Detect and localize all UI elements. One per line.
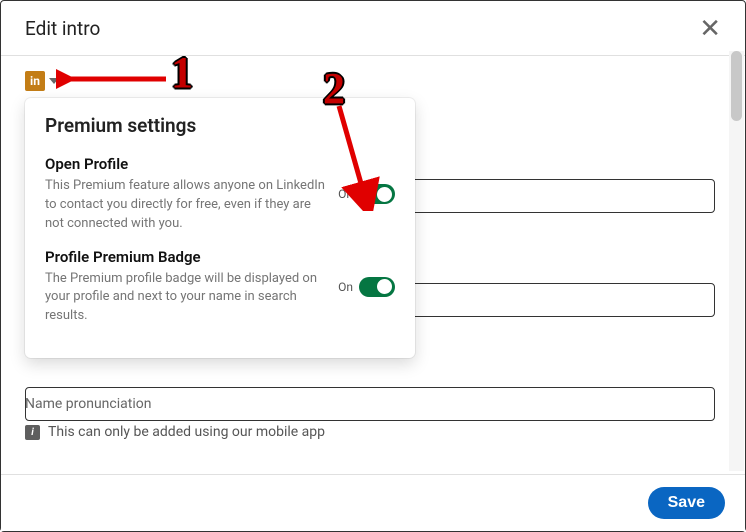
scrollbar-track[interactable] <box>729 51 744 471</box>
info-icon: i <box>25 425 40 440</box>
toggle-state-label: On <box>338 280 353 294</box>
premium-badge-dropdown[interactable]: in <box>25 71 59 91</box>
modal-footer: Save <box>1 474 745 531</box>
premium-settings-panel: Premium settings Open Profile This Premi… <box>25 98 415 358</box>
open-profile-toggle[interactable] <box>359 184 395 204</box>
mobile-note-text: This can only be added using our mobile … <box>48 424 325 440</box>
modal-content: in Premium settings Open Profile This Pr… <box>1 56 745 476</box>
setting-premium-badge: Profile Premium Badge The Premium profil… <box>45 248 395 327</box>
setting-desc: The Premium profile badge will be displa… <box>45 270 328 327</box>
panel-title: Premium settings <box>45 114 395 137</box>
setting-desc: This Premium feature allows anyone on Li… <box>45 177 328 234</box>
save-button[interactable]: Save <box>648 487 725 519</box>
toggle-knob <box>377 187 392 202</box>
name-pronunciation-section: Name pronunciation i This can only be ad… <box>25 396 721 440</box>
scrollbar-thumb[interactable] <box>731 51 742 121</box>
setting-title: Open Profile <box>45 155 328 173</box>
close-icon: ✕ <box>699 13 721 43</box>
setting-open-profile: Open Profile This Premium feature allows… <box>45 155 395 234</box>
toggle-knob <box>377 279 392 294</box>
close-button[interactable]: ✕ <box>695 11 725 45</box>
modal-header: Edit intro ✕ <box>1 1 745 56</box>
premium-badge-toggle[interactable] <box>359 277 395 297</box>
setting-title: Profile Premium Badge <box>45 248 328 266</box>
caret-down-icon <box>49 78 59 84</box>
linkedin-premium-icon: in <box>25 71 45 91</box>
toggle-state-label: On <box>338 187 353 201</box>
modal-title: Edit intro <box>25 17 100 40</box>
name-pronunciation-label: Name pronunciation <box>25 396 721 412</box>
mobile-only-note: i This can only be added using our mobil… <box>25 424 721 440</box>
